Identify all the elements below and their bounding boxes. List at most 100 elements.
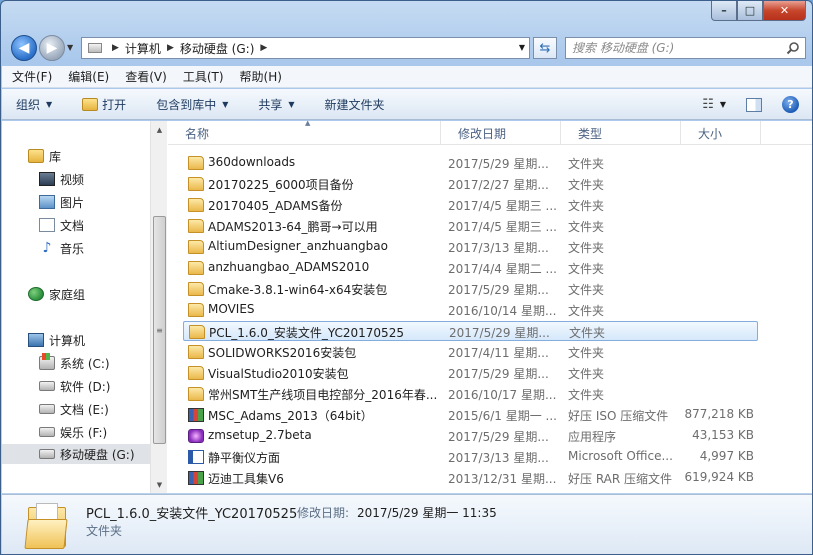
navigation-scrollbar[interactable]: ▲ ≡ ▼ — [150, 121, 167, 493]
search-icon[interactable] — [786, 41, 800, 55]
file-date: 2017/3/13 星期... — [448, 451, 549, 465]
maximize-button[interactable]: □ — [737, 1, 763, 21]
file-type: 文件夹 — [568, 304, 605, 318]
open-folder-icon — [82, 97, 99, 111]
scroll-down-icon[interactable]: ▼ — [151, 476, 168, 493]
new-folder-label: 新建文件夹 — [324, 97, 385, 112]
tree-homegroup[interactable]: 家庭组 — [28, 284, 85, 304]
help-icon[interactable]: ? — [782, 96, 799, 113]
command-bar: 组织 ▼ 打开 包含到库中 ▼ 共享 ▼ 新建文件夹 ☷ ▼ ? — [2, 89, 812, 120]
computer-icon — [28, 333, 44, 347]
tree-videos[interactable]: 视频 — [39, 169, 84, 189]
address-dropdown-icon[interactable]: ▼ — [519, 43, 525, 52]
file-name: VisualStudio2010安装包 — [208, 367, 349, 381]
file-row[interactable]: 迈迪工具集V6 2013/12/31 星期... 好压 RAR 压缩文件 619,92… — [183, 468, 758, 488]
details-pane: PCL_1.6.0_安装文件_YC20170525 修改日期: 2017/5/2… — [2, 494, 812, 554]
menu-tools[interactable]: 工具(T) — [183, 68, 224, 85]
iso-archive-icon — [188, 408, 204, 422]
file-row[interactable]: AltiumDesigner_anzhuangbao 2017/3/13 星期..… — [183, 237, 758, 257]
file-date: 2013/12/31 星期... — [448, 472, 557, 486]
explorer-window: – □ ✕ ◀ ▶ ▼ ▶ 计算机 ▶ 移动硬盘 (G:) ▶ ▼ ⇆ 文件(F… — [0, 0, 813, 555]
tree-drive-g[interactable]: 移动硬盘 (G:) — [2, 444, 150, 464]
menu-edit[interactable]: 编辑(E) — [68, 68, 109, 85]
file-type: 好压 ISO 压缩文件 — [568, 409, 669, 423]
breadcrumb-computer[interactable]: 计算机 — [125, 40, 161, 57]
file-date: 2017/4/5 星期三 ... — [448, 199, 557, 213]
column-date[interactable]: 修改日期 — [441, 121, 561, 145]
tree-computer[interactable]: 计算机 — [28, 330, 85, 350]
share-button[interactable]: 共享 ▼ — [258, 96, 294, 113]
menu-view[interactable]: 查看(V) — [125, 68, 167, 85]
file-row[interactable]: MSC_Adams_2013（64bit） 2015/6/1 星期一 ... 好压 … — [183, 405, 758, 425]
new-folder-button[interactable]: 新建文件夹 — [325, 96, 385, 113]
drive-icon — [39, 427, 55, 437]
organize-button[interactable]: 组织 ▼ — [16, 96, 52, 113]
breadcrumb-chevron-icon[interactable]: ▶ — [167, 43, 174, 53]
chevron-down-icon: ▼ — [46, 99, 53, 109]
search-input[interactable] — [572, 41, 772, 55]
file-date: 2017/5/29 星期... — [448, 157, 549, 171]
file-row[interactable]: PCL_1.6.0_安装文件_YC20170525 2017/5/29 星期...… — [183, 321, 758, 341]
file-row[interactable]: VisualStudio2010安装包 2017/5/29 星期... 文件夹 — [183, 363, 758, 383]
file-row[interactable]: 常州SMT生产线项目电控部分_2016年春... 2016/10/17 星期...… — [183, 384, 758, 404]
file-row[interactable]: 静平衡仪方面 2017/3/13 星期... Microsoft Office...… — [183, 447, 758, 467]
file-name: anzhuangbao_ADAMS2010 — [208, 260, 370, 274]
file-row[interactable]: Cmake-3.8.1-win64-x64安装包 2017/5/29 星期... 文… — [183, 279, 758, 299]
file-row[interactable]: anzhuangbao_ADAMS2010 2017/4/4 星期二 ... 文件夹 — [183, 258, 758, 278]
file-row[interactable]: zmsetup_2.7beta 2017/5/29 星期... 应用程序 43,153… — [183, 426, 758, 446]
music-note-icon: ♪ — [42, 240, 52, 256]
file-date: 2015/6/1 星期一 ... — [448, 409, 557, 423]
tree-drive-d[interactable]: 软件 (D:) — [39, 376, 110, 396]
file-name: 常州SMT生产线项目电控部分_2016年春... — [208, 388, 438, 402]
file-row[interactable]: 20170405_ADAMS备份 2017/4/5 星期三 ... 文件夹 — [183, 195, 758, 215]
file-type: 文件夹 — [568, 178, 605, 192]
back-button[interactable]: ◀ — [11, 35, 37, 61]
preview-pane-icon[interactable] — [746, 97, 762, 112]
minimize-button[interactable]: – — [711, 1, 737, 21]
menu-file[interactable]: 文件(F) — [12, 68, 52, 85]
close-button[interactable]: ✕ — [763, 1, 806, 21]
folder-icon — [188, 387, 204, 401]
folder-icon — [188, 282, 204, 296]
scroll-up-icon[interactable]: ▲ — [151, 121, 168, 138]
view-options-dropdown-icon[interactable]: ▼ — [720, 100, 726, 109]
tree-drive-d-label: 软件 (D:) — [60, 379, 111, 394]
file-row[interactable]: 20170225_6000项目备份 2017/2/27 星期... 文件夹 — [183, 174, 758, 194]
file-type: 文件夹 — [568, 283, 605, 297]
address-bar[interactable]: ▶ 计算机 ▶ 移动硬盘 (G:) ▶ ▼ — [81, 37, 530, 59]
share-label: 共享 — [258, 97, 283, 112]
tree-documents[interactable]: 文档 — [39, 215, 84, 235]
file-type: 应用程序 — [568, 430, 617, 444]
change-view-icon[interactable]: ☷ — [702, 97, 714, 112]
file-row[interactable]: MOVIES 2016/10/14 星期... 文件夹 — [183, 300, 758, 320]
refresh-button[interactable]: ⇆ — [533, 37, 557, 59]
breadcrumb-chevron-icon[interactable]: ▶ — [112, 43, 119, 53]
recent-pages-dropdown-icon[interactable]: ▼ — [67, 43, 73, 52]
file-row[interactable]: SOLIDWORKS2016安装包 2017/4/11 星期... 文件夹 — [183, 342, 758, 362]
file-date: 2016/10/17 星期... — [448, 388, 557, 402]
tree-libraries[interactable]: 库 — [28, 146, 61, 166]
tree-drive-f[interactable]: 娱乐 (F:) — [39, 422, 107, 442]
menu-help[interactable]: 帮助(H) — [240, 68, 282, 85]
column-date-label: 修改日期 — [458, 126, 507, 141]
command-bar-right: ☷ ▼ ? — [702, 89, 812, 120]
tree-music[interactable]: ♪ 音乐 — [39, 238, 84, 258]
file-row[interactable]: 360downloads 2017/5/29 星期... 文件夹 — [183, 153, 758, 173]
file-row[interactable]: ADAMS2013-64_鹏哥→可以用 2017/4/5 星期三 ... 文件夹 — [183, 216, 758, 236]
open-button[interactable]: 打开 — [82, 96, 126, 113]
forward-button[interactable]: ▶ — [39, 35, 65, 61]
file-name: AltiumDesigner_anzhuangbao — [208, 239, 388, 253]
scrollbar-thumb[interactable]: ≡ — [153, 216, 166, 444]
tree-drive-c[interactable]: 系统 (C:) — [39, 353, 110, 373]
file-date: 2016/10/14 星期... — [448, 304, 557, 318]
breadcrumb-drive-g[interactable]: 移动硬盘 (G:) — [180, 40, 255, 57]
column-size[interactable]: 大小 — [681, 121, 761, 145]
include-in-library-button[interactable]: 包含到库中 ▼ — [156, 96, 228, 113]
column-type[interactable]: 类型 — [561, 121, 681, 145]
tree-pictures[interactable]: 图片 — [39, 192, 84, 212]
chevron-down-icon: ▼ — [222, 99, 229, 109]
folder-icon — [188, 240, 204, 254]
tree-drive-e[interactable]: 文档 (E:) — [39, 399, 109, 419]
breadcrumb-chevron-icon[interactable]: ▶ — [260, 43, 267, 53]
file-date: 2017/3/13 星期... — [448, 241, 549, 255]
